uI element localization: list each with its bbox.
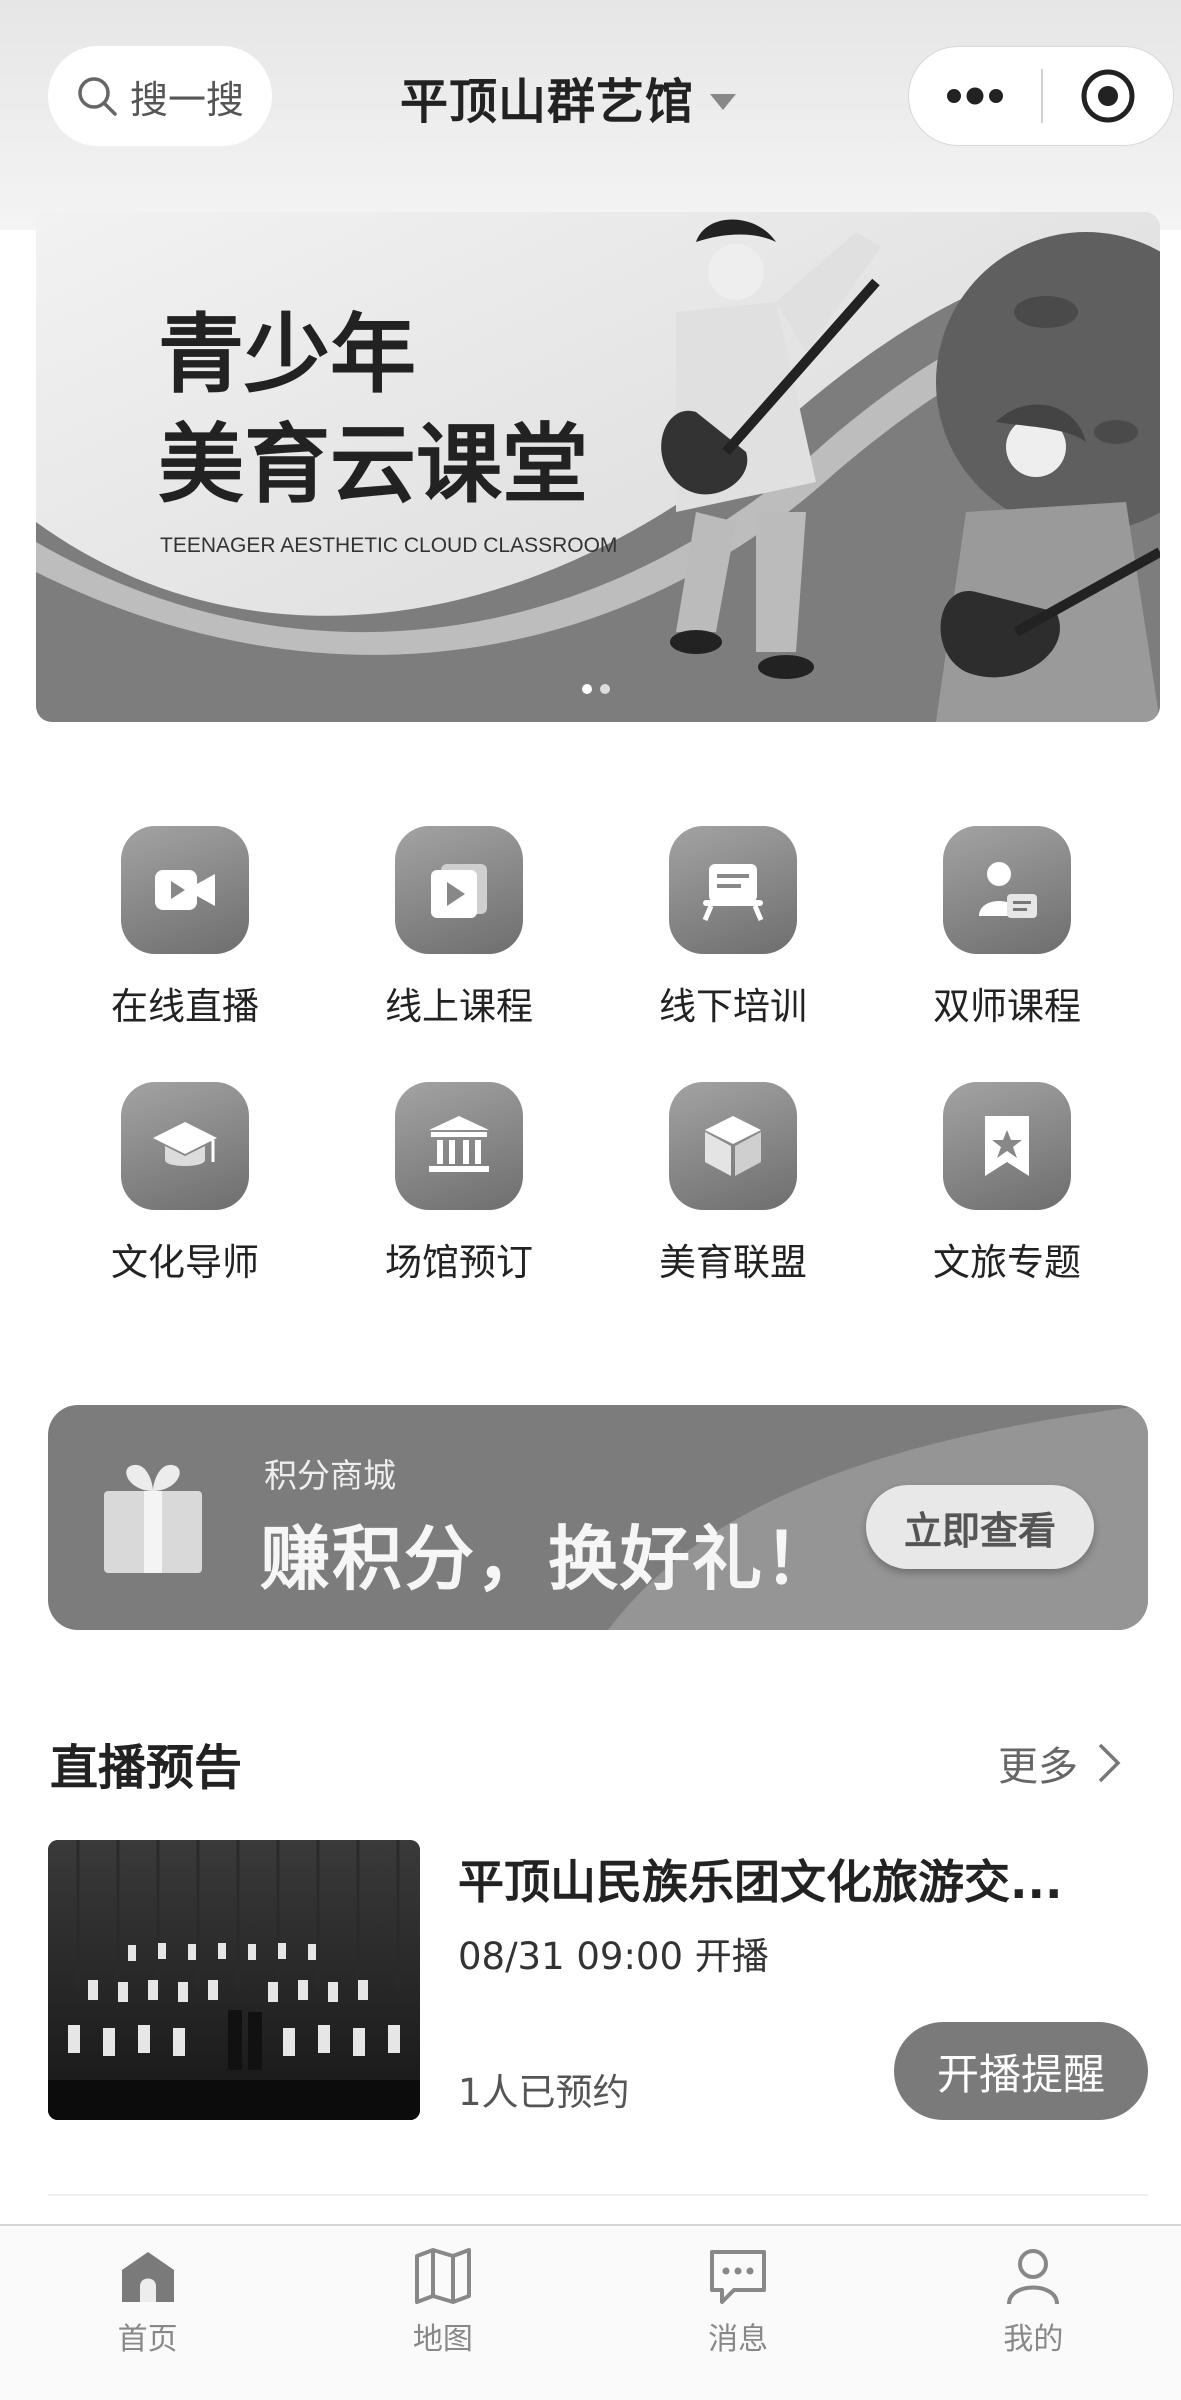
message-icon [710,2250,767,2304]
remind-button[interactable]: 开播提醒 [894,2022,1148,2120]
tab-map[interactable]: 地图 [295,2226,590,2400]
search-label: 搜一搜 [130,77,245,122]
grid-item-online-course[interactable]: 线上课程 [322,826,596,1030]
close-capsule-button[interactable] [1043,67,1173,125]
hero-banner[interactable]: 青少年 美育云课堂 TEENAGER AESTHETIC CLOUD CLASS… [36,212,1160,722]
grid-item-live[interactable]: 在线直播 [48,826,322,1030]
more-link[interactable]: 更多 [998,1734,1124,1792]
grid-item-label: 线下培训 [659,985,807,1028]
caret-down-icon [710,94,737,110]
search-button[interactable]: 搜一搜 [48,46,272,146]
video-camera-icon [155,870,215,910]
tab-messages[interactable]: 消息 [591,2226,886,2400]
live-thumbnail[interactable] [48,1840,420,2120]
carousel-dot[interactable] [600,684,610,694]
grid-item-label: 美育联盟 [659,1241,807,1284]
tab-label: 消息 [708,2322,769,2357]
grid-item-dual-teacher[interactable]: 双师课程 [870,826,1144,1030]
grid-item-label: 场馆预订 [385,1241,533,1284]
location-selector[interactable]: 平顶山群艺馆 [400,62,738,132]
map-icon [414,2248,471,2304]
target-circle-icon [1081,69,1135,123]
more-label: 更多 [998,1744,1078,1790]
function-grid: 在线直播 线上课程 线下培训 双师课程 文化导师 场馆预订 美育联盟 文旅专题 [48,826,1144,1286]
carousel-dot-active[interactable] [582,684,592,694]
page-title: 平顶山群艺馆 [400,74,695,130]
tab-label: 地图 [412,2322,473,2357]
view-now-button[interactable]: 立即查看 [866,1485,1094,1569]
gift-icon [104,1464,202,1573]
banner-title-line1: 青少年 [158,305,416,405]
tab-home[interactable]: 首页 [0,2226,295,2400]
building-columns-icon [429,1116,489,1172]
grid-item-venue-booking[interactable]: 场馆预订 [322,1082,596,1286]
section-title: 直播预告 [50,1740,243,1796]
more-dots-icon [947,87,1003,105]
grid-item-culture-mentor[interactable]: 文化导师 [48,1082,322,1286]
orchestra-image [48,1840,420,2120]
grid-item-label: 在线直播 [111,985,259,1028]
grid-item-offline-training[interactable]: 线下培训 [596,826,870,1030]
graduation-cap-icon [153,1122,217,1166]
banner-subtitle: TEENAGER AESTHETIC CLOUD CLASSROOM [160,534,618,557]
grid-item-label: 文化导师 [111,1241,259,1284]
carousel-indicator [582,684,610,694]
banner-title-line2: 美育云课堂 [158,415,588,515]
home-icon [121,2252,174,2302]
bookmark-star-icon [985,1116,1029,1176]
chevron-right-icon [1098,1743,1121,1783]
desk-icon [702,864,764,921]
user-icon [1007,2249,1060,2305]
grid-item-label: 文旅专题 [933,1241,1081,1284]
grid-item-label: 双师课程 [933,985,1081,1028]
mini-program-capsule [908,46,1174,146]
live-item-time: 08/31 09:00 开播 [458,1935,769,1978]
bottom-tab-bar: 首页 地图 消息 我的 [0,2224,1181,2400]
section-divider [48,2194,1148,2196]
live-item-title[interactable]: 平顶山民族乐团文化旅游交... [458,1846,1062,1912]
teacher-badge-icon [979,862,1037,918]
grid-item-label: 线上课程 [385,985,533,1028]
banner-title: 青少年 美育云课堂 [158,300,588,520]
play-cards-icon [431,864,487,918]
more-menu-button[interactable] [909,86,1041,106]
grid-item-culture-tourism[interactable]: 文旅专题 [870,1082,1144,1286]
cube-icon [705,1116,761,1176]
tab-label: 首页 [117,2322,178,2357]
points-headline: 赚积分，换好礼！ [260,1518,836,1600]
tab-label: 我的 [1003,2322,1064,2357]
grid-item-aesthetic-alliance[interactable]: 美育联盟 [596,1082,870,1286]
points-mall-label: 积分商城 [264,1456,396,1495]
tab-profile[interactable]: 我的 [886,2226,1181,2400]
points-mall-banner[interactable]: 积分商城 赚积分，换好礼！ 立即查看 [48,1405,1148,1630]
reservation-count: 1人已预约 [458,2071,630,2114]
search-icon [78,77,117,116]
